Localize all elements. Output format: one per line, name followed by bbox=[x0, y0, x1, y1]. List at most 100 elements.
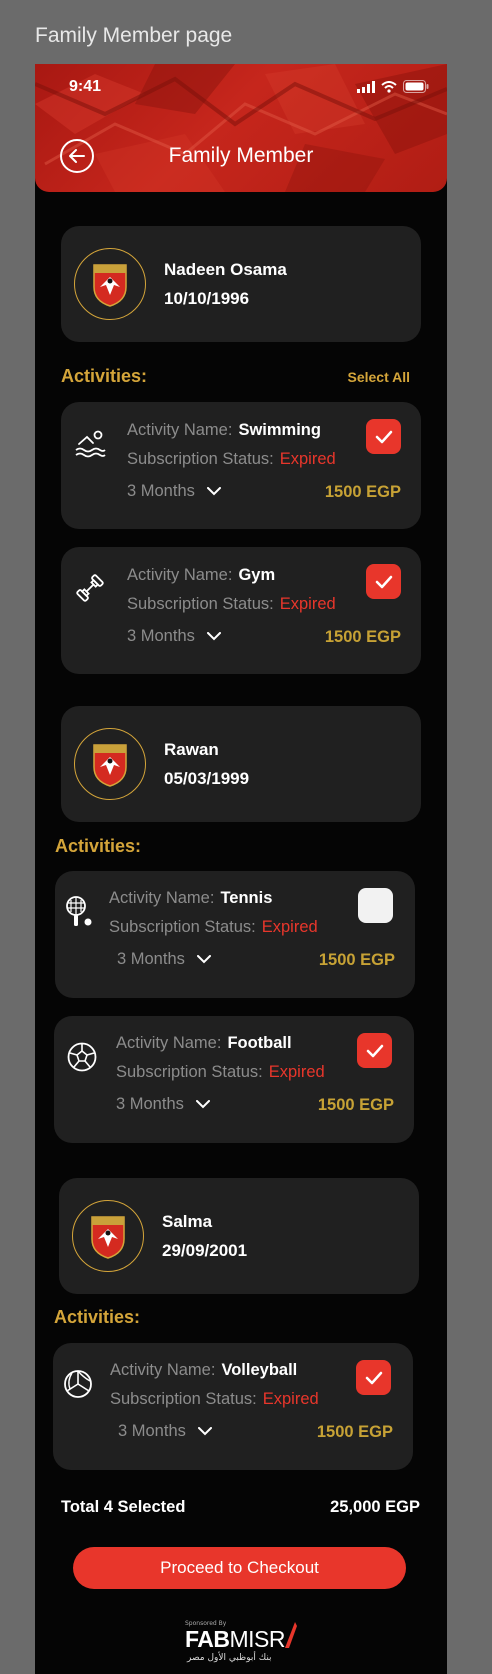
member-dob: 05/03/1999 bbox=[164, 769, 250, 788]
activity-checkbox[interactable] bbox=[366, 564, 401, 599]
subscription-status: Expired bbox=[279, 450, 336, 468]
activities-label: Activities: bbox=[61, 366, 148, 386]
activity-name-label: Activity Name: bbox=[127, 566, 233, 584]
subscription-status-label: Subscription Status: bbox=[110, 1390, 257, 1408]
chevron-down-icon bbox=[196, 955, 211, 964]
activity-price: 1500 EGP bbox=[318, 951, 395, 969]
duration-value: 3 Months bbox=[116, 1095, 184, 1113]
activity-card[interactable]: Activity Name: Gym Subscription Status: Ex… bbox=[61, 547, 421, 674]
activity-card[interactable]: Activity Name: Swimming Subscription Stat… bbox=[61, 402, 421, 529]
subscription-status-label: Subscription Status: bbox=[127, 450, 274, 468]
activity-name-label: Activity Name: bbox=[116, 1034, 222, 1052]
club-crest-icon bbox=[93, 744, 127, 787]
activity-name-line: Activity Name: Football bbox=[116, 1034, 292, 1053]
activities-label: Activities: bbox=[55, 836, 142, 856]
activity-name-label: Activity Name: bbox=[127, 421, 233, 439]
subscription-status-label: Subscription Status: bbox=[116, 1063, 263, 1081]
dumbbell-icon bbox=[76, 574, 104, 602]
subscription-status-label: Subscription Status: bbox=[109, 918, 256, 936]
proceed-to-checkout-button[interactable]: Proceed to Checkout bbox=[73, 1547, 406, 1589]
duration-value: 3 Months bbox=[118, 1422, 186, 1440]
activity-card[interactable]: Activity Name: Football Subscription Stat… bbox=[54, 1016, 414, 1143]
activity-price: 1500 EGP bbox=[317, 1096, 394, 1114]
activity-name: Gym bbox=[238, 566, 276, 584]
status-time: 9:41 bbox=[69, 78, 102, 95]
sponsor-brand-light: MISR bbox=[229, 1626, 286, 1652]
activity-price: 1500 EGP bbox=[316, 1423, 393, 1441]
tennis-icon bbox=[66, 896, 92, 926]
activity-checkbox[interactable] bbox=[358, 888, 393, 923]
subscription-status-line: Subscription Status: Expired bbox=[116, 1063, 325, 1082]
activity-price: 1500 EGP bbox=[324, 483, 401, 501]
wifi-icon bbox=[381, 80, 397, 93]
checkmark-icon bbox=[375, 430, 392, 443]
activity-name-label: Activity Name: bbox=[110, 1361, 216, 1379]
activity-name: Tennis bbox=[220, 889, 273, 907]
sponsor-flag-icon bbox=[285, 1622, 297, 1648]
club-logo bbox=[74, 728, 146, 800]
club-crest-icon bbox=[93, 264, 127, 307]
member-card[interactable]: Rawan 05/03/1999 bbox=[61, 706, 421, 822]
activity-name-line: Activity Name: Volleyball bbox=[110, 1361, 297, 1380]
volleyball-icon bbox=[64, 1370, 92, 1398]
activity-name: Volleyball bbox=[221, 1361, 298, 1379]
member-name: Rawan bbox=[164, 740, 219, 759]
duration-dropdown[interactable]: 3 Months bbox=[118, 1422, 212, 1441]
activity-name-label: Activity Name: bbox=[109, 889, 215, 907]
duration-dropdown[interactable]: 3 Months bbox=[127, 627, 221, 646]
checkmark-icon bbox=[375, 575, 392, 588]
member-name: Salma bbox=[162, 1212, 213, 1231]
activities-label: Activities: bbox=[54, 1307, 141, 1327]
club-logo bbox=[74, 248, 146, 320]
signal-icon bbox=[357, 80, 375, 93]
subscription-status-line: Subscription Status: Expired bbox=[127, 450, 336, 469]
activity-name: Football bbox=[227, 1034, 292, 1052]
activity-checkbox[interactable] bbox=[356, 1360, 391, 1395]
activity-name-line: Activity Name: Gym bbox=[127, 566, 275, 585]
page-title: Family Member bbox=[168, 144, 314, 167]
activity-checkbox[interactable] bbox=[357, 1033, 392, 1068]
select-all-button[interactable]: Select All bbox=[347, 369, 410, 385]
subscription-status: Expired bbox=[279, 595, 336, 613]
subscription-status: Expired bbox=[268, 1063, 325, 1081]
subscription-status-line: Subscription Status: Expired bbox=[109, 918, 318, 937]
total-value: 25,000 EGP bbox=[330, 1498, 420, 1516]
sponsor-brand: FABMISR bbox=[185, 1626, 285, 1653]
checkmark-icon bbox=[366, 1044, 383, 1057]
frame-title: Family Member page bbox=[35, 24, 233, 47]
chevron-down-icon bbox=[206, 487, 221, 496]
subscription-status-label: Subscription Status: bbox=[127, 595, 274, 613]
club-crest-icon bbox=[91, 1216, 125, 1259]
subscription-status: Expired bbox=[262, 1390, 319, 1408]
activity-checkbox[interactable] bbox=[366, 419, 401, 454]
chevron-down-icon bbox=[195, 1100, 210, 1109]
sponsor-arabic: بنك أبوظبي الأول مصر bbox=[187, 1653, 272, 1663]
sponsor-logo: Sponsored By FABMISR بنك أبوظبي الأول مص… bbox=[185, 1620, 305, 1664]
member-dob: 10/10/1996 bbox=[164, 289, 250, 308]
member-card[interactable]: Salma 29/09/2001 bbox=[59, 1178, 419, 1294]
subscription-status: Expired bbox=[261, 918, 318, 936]
subscription-status-line: Subscription Status: Expired bbox=[127, 595, 336, 614]
duration-value: 3 Months bbox=[127, 627, 195, 645]
total-selected-label: Total 4 Selected bbox=[61, 1498, 186, 1516]
duration-dropdown[interactable]: 3 Months bbox=[116, 1095, 210, 1114]
activity-card[interactable]: Activity Name: Tennis Subscription Status… bbox=[55, 871, 415, 998]
activity-price: 1500 EGP bbox=[324, 628, 401, 646]
member-card[interactable]: Nadeen Osama 10/10/1996 bbox=[61, 226, 421, 342]
member-name: Nadeen Osama bbox=[164, 260, 287, 279]
battery-icon bbox=[403, 80, 429, 93]
subscription-status-line: Subscription Status: Expired bbox=[110, 1390, 319, 1409]
sponsor-brand-bold: FAB bbox=[185, 1626, 230, 1652]
chevron-down-icon bbox=[206, 632, 221, 641]
duration-value: 3 Months bbox=[117, 950, 185, 968]
chevron-down-icon bbox=[197, 1427, 212, 1436]
activity-name-line: Activity Name: Tennis bbox=[109, 889, 272, 908]
phone-screen: 9:41 Family Member Nadeen Osama 10/10/19… bbox=[35, 64, 447, 1674]
duration-dropdown[interactable]: 3 Months bbox=[117, 950, 211, 969]
football-icon bbox=[67, 1042, 97, 1072]
duration-dropdown[interactable]: 3 Months bbox=[127, 482, 221, 501]
swimming-icon bbox=[75, 430, 106, 458]
checkmark-icon bbox=[365, 1371, 382, 1384]
activity-card[interactable]: Activity Name: Volleyball Subscription St… bbox=[53, 1343, 413, 1470]
header: 9:41 Family Member bbox=[35, 64, 447, 192]
